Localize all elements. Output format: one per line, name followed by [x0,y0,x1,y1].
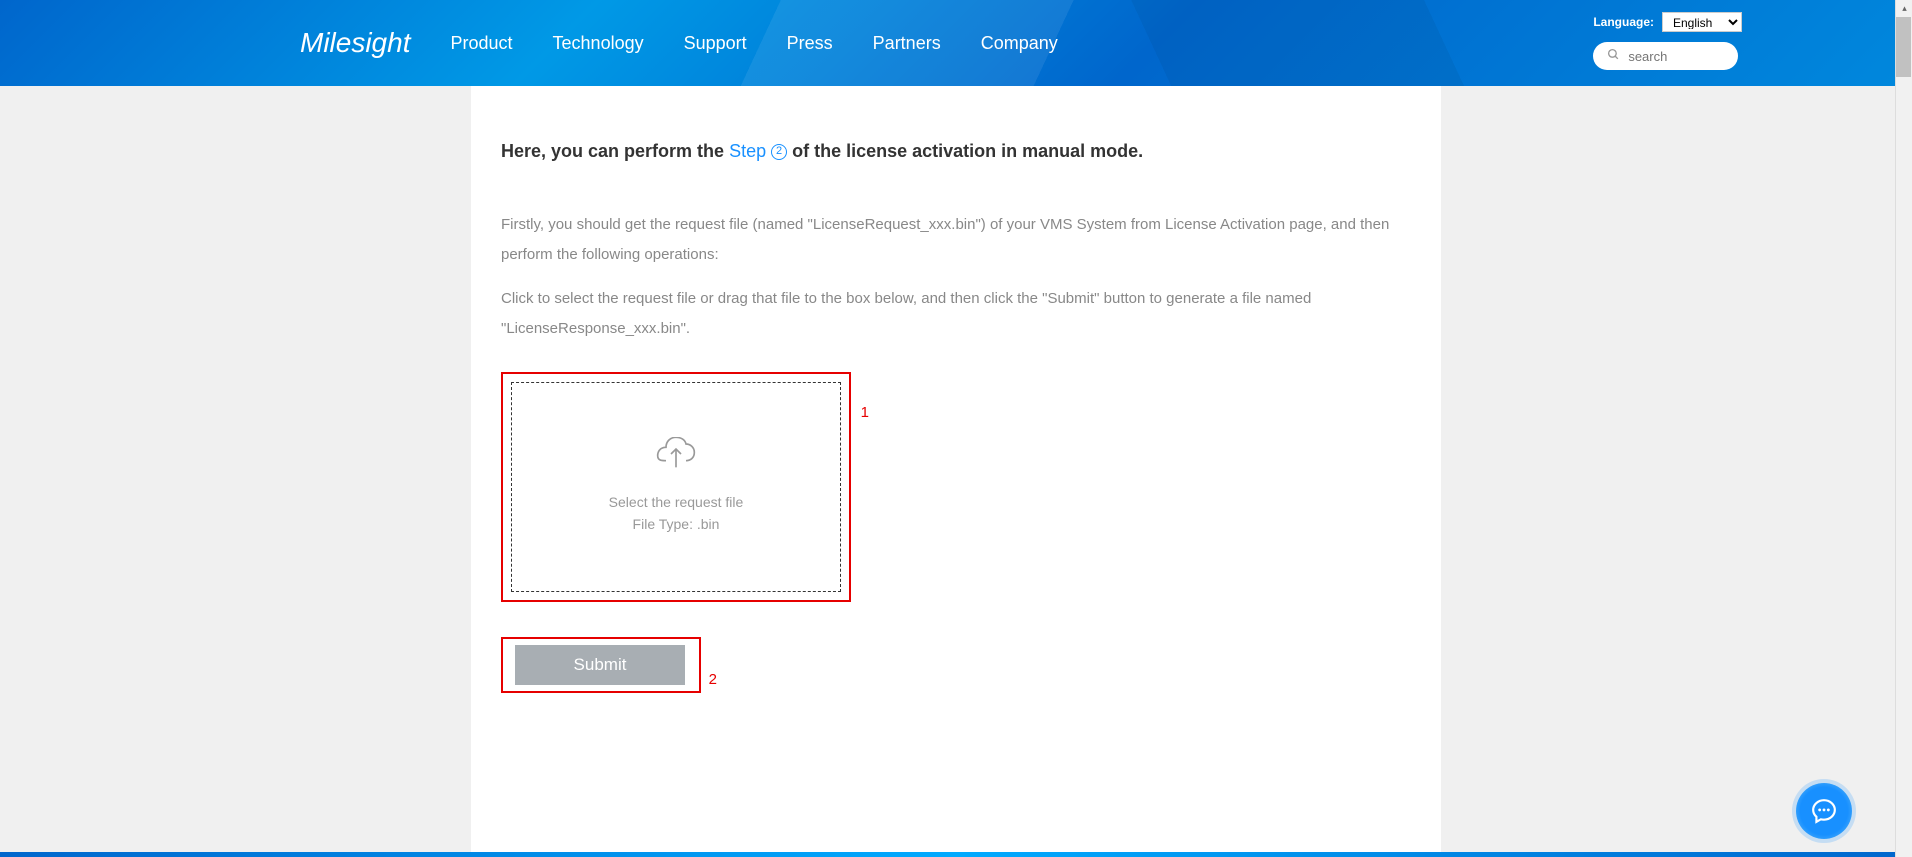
scrollbar-thumb[interactable] [1896,17,1911,77]
page-heading: Here, you can perform the Step 2 of the … [501,141,1411,162]
main-nav: Product Technology Support Press Partner… [450,33,1057,54]
chat-icon [1811,798,1837,824]
upload-text-1: Select the request file [609,494,744,510]
site-header: Milesight Product Technology Support Pre… [0,0,1912,86]
search-input[interactable] [1628,49,1728,64]
instructions: Firstly, you should get the request file… [501,210,1411,344]
upload-cloud-icon [656,437,696,476]
scrollbar[interactable]: ▴ [1895,0,1912,857]
instruction-1: Firstly, you should get the request file… [501,210,1411,270]
language-select[interactable]: English [1662,12,1742,32]
annotation-box-1: 1 Select the request file File Type: .bi… [501,372,851,602]
nav-press[interactable]: Press [787,33,833,54]
header-controls: Language: English [1593,12,1742,70]
submit-button[interactable]: Submit [515,645,685,685]
nav-technology[interactable]: Technology [553,33,644,54]
heading-prefix: Here, you can perform the [501,141,729,161]
heading-step-link[interactable]: Step 2 [729,141,787,161]
nav-support[interactable]: Support [684,33,747,54]
annotation-box-2: 2 Submit [501,637,701,693]
nav-product[interactable]: Product [450,33,512,54]
language-label: Language: [1593,15,1654,29]
nav-partners[interactable]: Partners [873,33,941,54]
annotation-label-1: 1 [861,404,869,421]
file-dropzone[interactable]: Select the request file File Type: .bin [511,382,841,592]
search-box[interactable] [1593,42,1738,70]
nav-company[interactable]: Company [981,33,1058,54]
instruction-2: Click to select the request file or drag… [501,284,1411,344]
chat-widget-button[interactable] [1796,783,1852,839]
search-icon [1607,48,1620,64]
heading-suffix: of the license activation in manual mode… [787,141,1143,161]
main-content: Here, you can perform the Step 2 of the … [471,86,1441,857]
scroll-up-icon[interactable]: ▴ [1896,0,1912,17]
upload-text-2: File Type: .bin [633,516,720,532]
logo[interactable]: Milesight [300,27,410,59]
footer-accent [0,852,1912,857]
annotation-label-2: 2 [709,671,717,688]
